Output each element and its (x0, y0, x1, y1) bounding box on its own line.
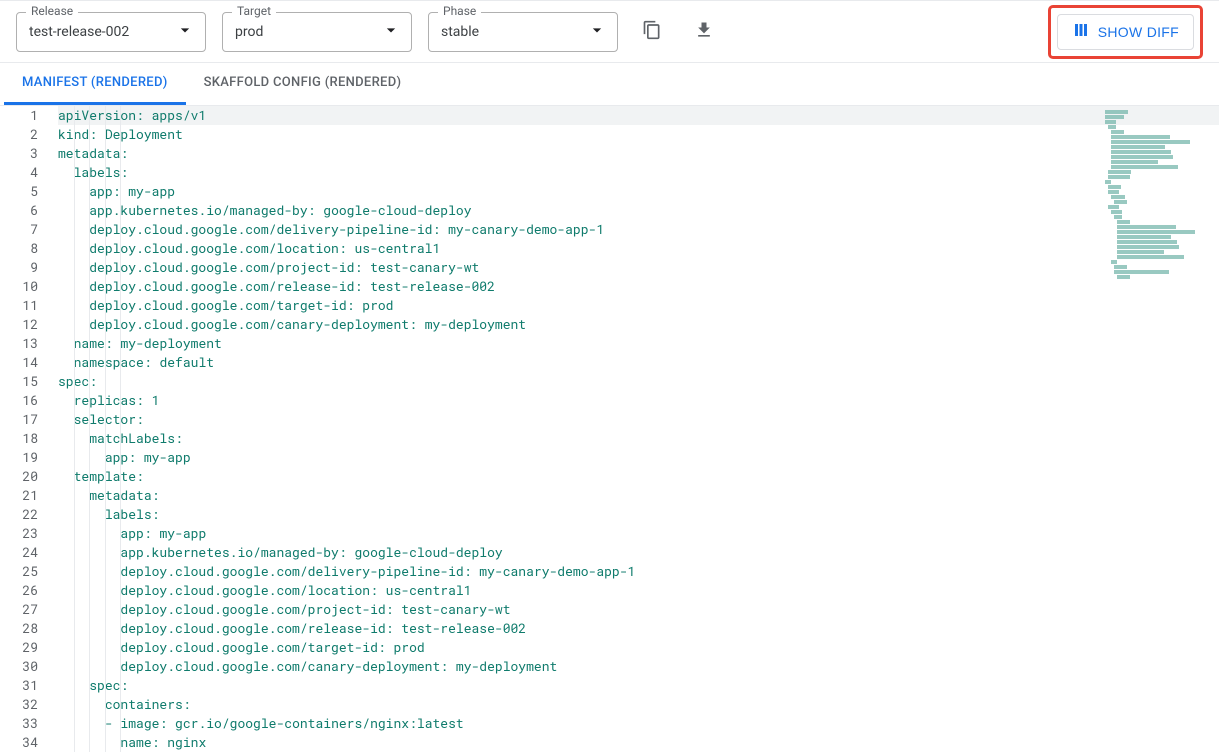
release-value: test-release-002 (29, 24, 129, 40)
release-select[interactable]: Release test-release-002 (16, 12, 206, 52)
code-body[interactable]: apiVersion: apps/v1kind: Deploymentmetad… (48, 106, 1219, 753)
download-button[interactable] (686, 12, 722, 51)
phase-select[interactable]: Phase stable (428, 12, 618, 52)
tab-skaffold[interactable]: SKAFFOLD CONFIG (RENDERED) (186, 63, 420, 105)
target-label: Target (232, 4, 276, 18)
toolbar: Release test-release-002 Target prod Pha… (0, 0, 1219, 63)
tabs: MANIFEST (RENDERED) SKAFFOLD CONFIG (REN… (0, 63, 1219, 106)
target-value: prod (235, 24, 263, 40)
copy-button[interactable] (634, 12, 670, 51)
show-diff-button[interactable]: SHOW DIFF (1057, 14, 1194, 50)
phase-value: stable (441, 24, 479, 40)
tab-manifest[interactable]: MANIFEST (RENDERED) (4, 63, 186, 105)
copy-icon (642, 20, 662, 43)
editor-area: 1234567891011121314151617181920212223242… (0, 106, 1219, 753)
view-column-icon (1072, 21, 1090, 42)
phase-label: Phase (438, 4, 481, 18)
show-diff-highlight: SHOW DIFF (1048, 5, 1203, 59)
arrow-dropdown-icon (381, 20, 401, 44)
show-diff-label: SHOW DIFF (1098, 24, 1179, 40)
release-label: Release (26, 4, 78, 18)
line-gutter: 1234567891011121314151617181920212223242… (0, 106, 48, 753)
download-icon (694, 20, 714, 43)
arrow-dropdown-icon (587, 20, 607, 44)
target-select[interactable]: Target prod (222, 12, 412, 52)
arrow-dropdown-icon (175, 20, 195, 44)
minimap[interactable] (1105, 110, 1195, 310)
